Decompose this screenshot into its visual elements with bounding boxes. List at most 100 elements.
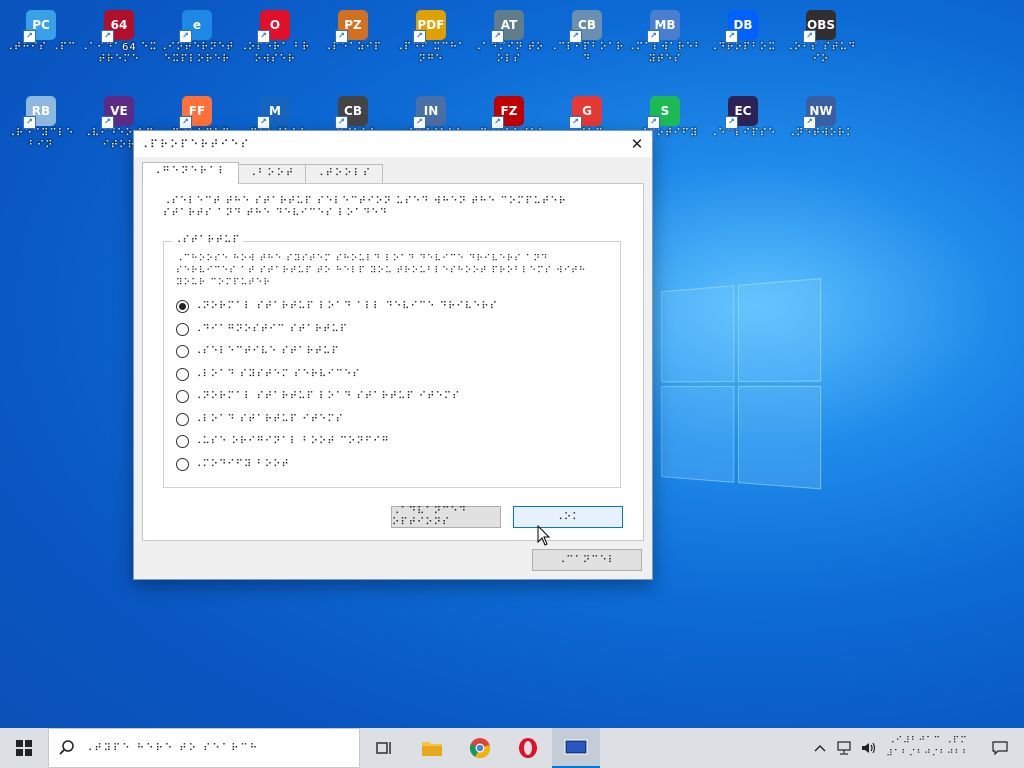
radio-option-5[interactable]: ⠠⠇⠕⠁⠙ ⠎⠞⠁⠗⠞⠥⠏ ⠊⠞⠑⠍⠎ — [176, 410, 344, 428]
tab-boot[interactable]: ⠠⠃⠕⠕⠞ — [237, 164, 307, 184]
radio-label: ⠠⠍⠕⠙⠊⠋⠽ ⠃⠕⠕⠞ — [194, 458, 290, 470]
shortcut-arrow-icon: ↗ — [257, 116, 270, 129]
desktop-icon[interactable]: AT ↗ ⠠⠁⠙⠍⠊⠝ ⠞⠕⠕⠇⠎ — [470, 4, 548, 78]
desktop-icon-label: ⠠⠕⠃⠎ ⠎⠞⠥⠙⠊⠕ — [785, 42, 857, 65]
tab-general[interactable]: ⠠⠛⠑⠝⠑⠗⠁⠇ — [142, 162, 239, 184]
radio-option-2[interactable]: ⠠⠎⠑⠇⠑⠉⠞⠊⠧⠑ ⠎⠞⠁⠗⠞⠥⠏ — [176, 342, 340, 360]
notification-icon[interactable] — [976, 728, 1024, 768]
tab-strip: ⠠⠛⠑⠝⠑⠗⠁⠇ ⠠⠃⠕⠕⠞ ⠠⠞⠕⠕⠇⠎ — [142, 162, 384, 184]
taskbar-active-app[interactable] — [552, 728, 600, 768]
search-box[interactable]: ⠠⠞⠽⠏⠑ ⠓⠑⠗⠑ ⠞⠕ ⠎⠑⠁⠗⠉⠓ — [48, 728, 360, 768]
clock[interactable]: ⠠⠊⠼⠃⠚⠁⠉ ⠠⠏⠍ ⠼⠁⠃⠌⠃⠚⠌⠃⠚⠃⠃ — [880, 735, 976, 761]
app-icon-glyph: M — [269, 104, 281, 118]
group-label: ⠠⠎⠞⠁⠗⠞⠥⠏ — [172, 235, 243, 246]
app-icon: S ↗ — [647, 96, 680, 129]
volume-icon[interactable] — [856, 728, 880, 768]
desktop-icon[interactable]: NW ↗ ⠠⠝⠑⠞⠺⠕⠗⠅ — [782, 90, 860, 164]
app-icon-glyph: S — [660, 104, 670, 118]
desktop-icon-label: ⠠⠁⠊⠙⠁64 ⠑⠭⠞⠗⠑⠍⠑ — [80, 42, 158, 65]
shortcut-arrow-icon: ↗ — [101, 30, 114, 43]
tab-tools[interactable]: ⠠⠞⠕⠕⠇⠎ — [305, 164, 384, 184]
task-view-button[interactable] — [360, 728, 408, 768]
mouse-cursor-icon — [537, 525, 551, 546]
system-config-icon — [564, 739, 588, 755]
desktop-icon[interactable]: PDF ↗ ⠠⠏⠙⠋ ⠭⠉⠓⠁⠝⠛⠑ — [392, 4, 470, 78]
radio-button[interactable] — [176, 299, 189, 313]
desktop-icon[interactable]: OBS ↗ ⠠⠕⠃⠎ ⠎⠞⠥⠙⠊⠕ — [782, 4, 860, 78]
network-icon[interactable] — [832, 728, 856, 768]
radio-button[interactable] — [176, 412, 189, 426]
radio-label: ⠠⠇⠕⠁⠙ ⠎⠽⠎⠞⠑⠍ ⠎⠑⠗⠧⠊⠉⠑⠎ — [194, 368, 361, 380]
shortcut-arrow-icon: ↗ — [257, 30, 270, 43]
app-icon: IN ↗ — [413, 96, 446, 129]
startup-groupbox: ⠠⠎⠞⠁⠗⠞⠥⠏ ⠠⠉⠓⠕⠕⠎⠑ ⠓⠕⠺ ⠞⠓⠑ ⠎⠽⠎⠞⠑⠍ ⠎⠓⠕⠥⠇⠙ ⠇… — [163, 235, 621, 488]
shortcut-arrow-icon: ↗ — [335, 30, 348, 43]
radio-option-0[interactable]: ⠠⠝⠕⠗⠍⠁⠇ ⠎⠞⠁⠗⠞⠥⠏ ⠇⠕⠁⠙ ⠁⠇⠇ ⠙⠑⠧⠊⠉⠑ ⠙⠗⠊⠧⠑⠗⠎ — [176, 297, 498, 315]
dialog-title: ⠠⠏⠗⠕⠏⠑⠗⠞⠊⠑⠎ — [140, 137, 251, 151]
app-icon: OBS ↗ — [803, 10, 836, 43]
taskbar-file-explorer[interactable] — [408, 728, 456, 768]
search-placeholder: ⠠⠞⠽⠏⠑ ⠓⠑⠗⠑ ⠞⠕ ⠎⠑⠁⠗⠉⠓ — [85, 742, 260, 754]
radio-button[interactable] — [176, 389, 189, 403]
chrome-icon — [469, 738, 490, 759]
desktop-icon[interactable]: DB ↗ ⠠⠙⠗⠕⠏⠃⠕⠭ — [704, 4, 782, 78]
desktop-icon[interactable]: MB ↗ ⠠⠍⠁⠇⠺⠁⠗⠑⠃⠽⠞⠑⠎ — [626, 4, 704, 78]
radio-option-3[interactable]: ⠠⠇⠕⠁⠙ ⠎⠽⠎⠞⠑⠍ ⠎⠑⠗⠧⠊⠉⠑⠎ — [176, 365, 361, 383]
shortcut-arrow-icon: ↗ — [569, 116, 582, 129]
radio-label: ⠠⠝⠕⠗⠍⠁⠇ ⠎⠞⠁⠗⠞⠥⠏ ⠇⠕⠁⠙ ⠁⠇⠇ ⠙⠑⠧⠊⠉⠑ ⠙⠗⠊⠧⠑⠗⠎ — [194, 300, 498, 312]
radio-option-4[interactable]: ⠠⠝⠕⠗⠍⠁⠇ ⠎⠞⠁⠗⠞⠥⠏ ⠇⠕⠁⠙ ⠎⠞⠁⠗⠞⠥⠏ ⠊⠞⠑⠍⠎ — [176, 387, 460, 405]
cancel-button[interactable]: ⠠⠉⠁⠝⠉⠑⠇ — [532, 549, 642, 571]
radio-button[interactable] — [176, 457, 189, 471]
app-icon: DB ↗ — [725, 10, 758, 43]
app-icon: M ↗ — [257, 96, 290, 129]
chevron-up-icon[interactable] — [808, 728, 832, 768]
desktop-icon[interactable]: RB ↗ ⠠⠗⠑⠉⠽⠉⠇⠑ ⠃⠊⠝ — [2, 90, 80, 164]
desktop-icon[interactable]: 64 ↗ ⠠⠁⠊⠙⠁64 ⠑⠭⠞⠗⠑⠍⠑ — [80, 4, 158, 78]
desktop-icon[interactable]: PC ↗ ⠠⠞⠓⠊⠎ ⠠⠏⠉ — [2, 4, 80, 78]
desktop-icon-label: ⠠⠙⠗⠕⠏⠃⠕⠭ — [709, 42, 777, 53]
desktop-icon-label: ⠠⠊⠝⠞⠑⠗⠝⠑⠞ ⠑⠭⠏⠇⠕⠗⠑⠗ — [159, 42, 235, 65]
desktop-icon[interactable]: CB ↗ ⠠⠉⠇⠊⠏⠃⠕⠁⠗⠙ — [548, 4, 626, 78]
properties-dialog: ⠠⠏⠗⠕⠏⠑⠗⠞⠊⠑⠎ ✕ ⠠⠛⠑⠝⠑⠗⠁⠇ ⠠⠃⠕⠕⠞ ⠠⠞⠕⠕⠇⠎ ⠠⠎⠑⠇… — [133, 130, 653, 580]
windows-logo-icon — [16, 740, 32, 756]
radio-button[interactable] — [176, 367, 189, 381]
app-icon: 64 ↗ — [101, 10, 134, 43]
shortcut-arrow-icon: ↗ — [23, 116, 36, 129]
app-icon: NW ↗ — [803, 96, 836, 129]
shortcut-arrow-icon: ↗ — [335, 116, 348, 129]
app-icon: PZ ↗ — [335, 10, 368, 43]
shortcut-arrow-icon: ↗ — [491, 116, 504, 129]
clock-time: ⠠⠊⠼⠃⠚⠁⠉ ⠠⠏⠍ — [888, 736, 968, 746]
app-icon: G ↗ — [569, 96, 602, 129]
radio-button[interactable] — [176, 322, 189, 336]
desktop-icon[interactable]: PZ ↗ ⠠⠏⠑⠁⠵⠊⠏ — [314, 4, 392, 78]
radio-option-7[interactable]: ⠠⠍⠕⠙⠊⠋⠽ ⠃⠕⠕⠞ — [176, 455, 290, 473]
desktop-icon-label: ⠠⠕⠏⠑⠗⠁ ⠃⠗⠕⠺⠎⠑⠗ — [239, 42, 311, 65]
shortcut-arrow-icon: ↗ — [179, 30, 192, 43]
desktop-icon-label: ⠠⠍⠁⠇⠺⠁⠗⠑⠃⠽⠞⠑⠎ — [627, 42, 703, 65]
app-icon: FZ ↗ — [491, 96, 524, 129]
desktop-icon[interactable]: e ↗ ⠠⠊⠝⠞⠑⠗⠝⠑⠞ ⠑⠭⠏⠇⠕⠗⠑⠗ — [158, 4, 236, 78]
app-icon-glyph: G — [582, 104, 592, 118]
radio-label: ⠠⠇⠕⠁⠙ ⠎⠞⠁⠗⠞⠥⠏ ⠊⠞⠑⠍⠎ — [194, 413, 344, 425]
advanced-options-button[interactable]: ⠠⠁⠙⠧⠁⠝⠉⠑⠙ ⠕⠏⠞⠊⠕⠝⠎ — [391, 506, 501, 528]
shortcut-arrow-icon: ↗ — [413, 116, 426, 129]
start-button[interactable] — [0, 728, 48, 768]
taskbar-chrome[interactable] — [456, 728, 504, 768]
dialog-titlebar[interactable]: ⠠⠏⠗⠕⠏⠑⠗⠞⠊⠑⠎ ✕ — [134, 131, 652, 157]
desktop-icon[interactable]: O ↗ ⠠⠕⠏⠑⠗⠁ ⠃⠗⠕⠺⠎⠑⠗ — [236, 4, 314, 78]
app-icon: MB ↗ — [647, 10, 680, 43]
radio-button[interactable] — [176, 434, 189, 448]
clock-date: ⠼⠁⠃⠌⠃⠚⠌⠃⠚⠃⠃ — [886, 749, 970, 759]
close-icon[interactable]: ✕ — [622, 131, 652, 157]
radio-option-6[interactable]: ⠠⠥⠎⠑ ⠕⠗⠊⠛⠊⠝⠁⠇ ⠃⠕⠕⠞ ⠉⠕⠝⠋⠊⠛ — [176, 432, 390, 450]
radio-button[interactable] — [176, 344, 189, 358]
ok-button[interactable]: ⠠⠕⠅ — [513, 506, 623, 528]
radio-option-1[interactable]: ⠠⠙⠊⠁⠛⠝⠕⠎⠞⠊⠉ ⠎⠞⠁⠗⠞⠥⠏ — [176, 320, 348, 338]
app-icon: O ↗ — [257, 10, 290, 43]
desktop-icon-label: ⠠⠑⠉⠇⠊⠏⠎⠑ — [709, 128, 777, 139]
desktop-icon[interactable]: EC ↗ ⠠⠑⠉⠇⠊⠏⠎⠑ — [704, 90, 782, 164]
app-icon: VE ↗ — [101, 96, 134, 129]
shortcut-arrow-icon: ↗ — [647, 116, 660, 129]
taskbar-opera[interactable] — [504, 728, 552, 768]
